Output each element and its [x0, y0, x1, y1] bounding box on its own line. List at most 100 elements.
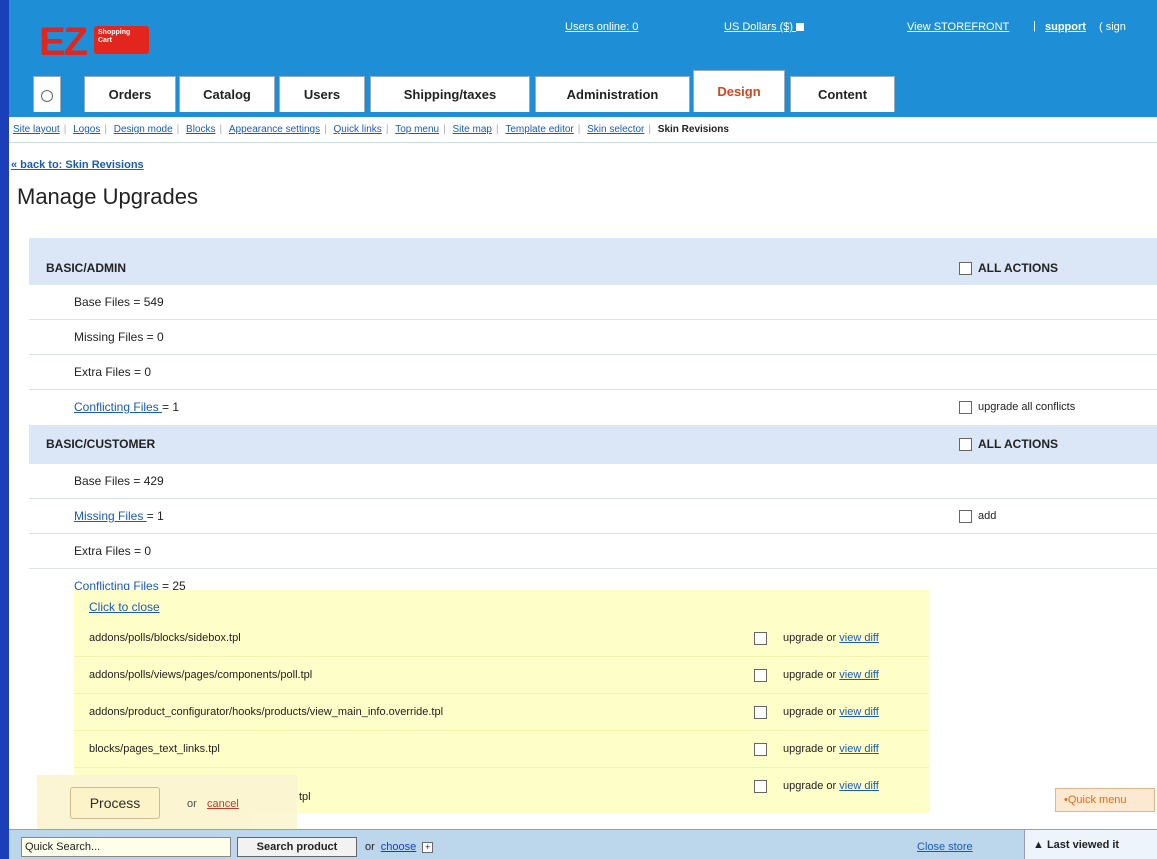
view-diff-link[interactable]: view diff: [839, 632, 879, 644]
conflict-actions: upgrade or view diff: [754, 657, 879, 694]
upgrade-or-label: upgrade or: [783, 780, 837, 792]
add-missing[interactable]: add: [959, 499, 996, 534]
upgrade-all-conflicts[interactable]: upgrade all conflicts: [959, 390, 1075, 425]
users-online-link[interactable]: Users online: 0: [565, 20, 638, 34]
subnav-site-layout[interactable]: Site layout: [13, 124, 60, 135]
or-label: or: [187, 798, 197, 810]
close-store-link[interactable]: Close store: [917, 840, 973, 854]
subnav-separator: |: [443, 124, 446, 135]
page-title: Manage Upgrades: [17, 184, 199, 209]
upgrades-table: BASIC/ADMIN ALL ACTIONS Base Files = 549…: [29, 238, 1157, 813]
search-product-button[interactable]: Search product: [237, 837, 357, 857]
view-diff-link[interactable]: view diff: [839, 669, 879, 681]
all-actions-label: ALL ACTIONS: [978, 437, 1058, 451]
missing-files-link[interactable]: Missing Files: [74, 509, 147, 523]
upgrade-checkbox[interactable]: [754, 631, 767, 645]
all-actions-customer[interactable]: ALL ACTIONS: [959, 425, 1058, 464]
quick-menu-button[interactable]: •Quick menu: [1055, 788, 1155, 812]
checkbox[interactable]: [959, 262, 972, 276]
section-title: BASIC/CUSTOMER: [46, 437, 156, 451]
table-row: Base Files = 549: [29, 285, 1157, 320]
subnav-separator: |: [648, 124, 651, 135]
process-button[interactable]: Process: [70, 787, 160, 819]
conflict-actions: upgrade or view diff: [754, 620, 879, 657]
upgrade-or-label: upgrade or: [783, 669, 837, 681]
logo-badge: Shopping Cart: [94, 26, 149, 54]
conflict-row: addons/polls/blocks/sidebox.tpl upgrade …: [74, 620, 929, 657]
tab-catalog[interactable]: Catalog: [179, 76, 275, 112]
subnav-separator: |: [219, 124, 223, 135]
cancel-link[interactable]: cancel: [207, 797, 239, 811]
support-link[interactable]: support: [1045, 20, 1086, 34]
sign-out-link[interactable]: ( sign: [1099, 20, 1126, 34]
subnav-separator: |: [104, 124, 107, 135]
upgrade-checkbox[interactable]: [754, 705, 767, 719]
base-files-admin: Base Files = 549: [74, 295, 164, 309]
subnav-skin-revisions[interactable]: Skin Revisions: [658, 124, 729, 135]
upgrade-checkbox[interactable]: [754, 779, 767, 793]
plus-icon[interactable]: +: [422, 841, 434, 853]
close-row: Click to close: [74, 590, 929, 620]
view-diff-link[interactable]: view diff: [839, 743, 879, 755]
conflicting-files-link[interactable]: Conflicting Files: [74, 400, 162, 414]
subnav-design-mode[interactable]: Design mode: [114, 124, 173, 135]
missing-files-admin: Missing Files = 0: [74, 330, 164, 344]
section-header-customer: BASIC/CUSTOMER ALL ACTIONS: [29, 425, 1157, 464]
table-row: Base Files = 429: [29, 464, 1157, 499]
checkbox[interactable]: [959, 509, 972, 523]
header-separator: |: [1033, 20, 1036, 32]
admin-window: EZ Shopping Cart Users online: 0 US Doll…: [9, 0, 1157, 859]
view-diff-link[interactable]: view diff: [839, 706, 879, 718]
quick-search-input[interactable]: Quick Search...: [21, 837, 231, 857]
view-storefront-link[interactable]: View STOREFRONT: [907, 20, 1009, 34]
conflict-file-path: addons/product_configurator/hooks/produc…: [89, 706, 444, 718]
table-row: Extra Files = 0: [29, 355, 1157, 390]
header-bar: EZ Shopping Cart Users online: 0 US Doll…: [9, 0, 1157, 117]
tab-design[interactable]: Design: [693, 70, 785, 112]
checkbox[interactable]: [959, 400, 972, 414]
conflict-row: blocks/pages_text_links.tpl upgrade or v…: [74, 731, 929, 768]
subnav-appearance-settings[interactable]: Appearance settings: [229, 124, 320, 135]
checkbox[interactable]: [959, 438, 972, 452]
subnav-top-menu[interactable]: Top menu: [395, 124, 439, 135]
choose-group: or choose +: [365, 840, 434, 854]
conflict-row: addons/polls/views/pages/components/poll…: [74, 657, 929, 694]
subnav-separator: |: [495, 124, 499, 135]
choose-link[interactable]: choose: [381, 841, 416, 853]
subnav-site-map[interactable]: Site map: [453, 124, 492, 135]
click-to-close-link[interactable]: Click to close: [89, 600, 160, 614]
design-subnav: Site layout | Logos | Design mode | Blocks |…: [9, 117, 1157, 143]
missing-files-customer: Missing Files = 1: [74, 499, 164, 534]
ez-logo[interactable]: EZ Shopping Cart: [39, 20, 157, 64]
subnav-separator: |: [324, 124, 327, 135]
extra-files-admin: Extra Files = 0: [74, 365, 152, 379]
obscured-file-path: tpl: [299, 791, 311, 803]
upgrade-all-label: upgrade all conflicts: [978, 401, 1076, 413]
subnav-blocks[interactable]: Blocks: [186, 124, 215, 135]
section-header-admin: BASIC/ADMIN ALL ACTIONS: [29, 238, 1157, 285]
subnav-skin-selector[interactable]: Skin selector: [587, 124, 644, 135]
all-actions-label: ALL ACTIONS: [978, 261, 1058, 275]
bottom-toolbar: Quick Search... Search product or choose +…: [9, 829, 1157, 859]
tab-orders[interactable]: Orders: [84, 76, 176, 112]
logo-text: EZ: [39, 20, 88, 64]
or-label: or: [365, 841, 375, 853]
back-to-skin-revisions-link[interactable]: « back to: Skin Revisions: [11, 158, 144, 172]
subnav-quick-links[interactable]: Quick links: [333, 124, 381, 135]
table-row: Missing Files = 0: [29, 320, 1157, 355]
view-diff-link[interactable]: view diff: [839, 780, 879, 792]
subnav-logos[interactable]: Logos: [73, 124, 100, 135]
subnav-template-editor[interactable]: Template editor: [505, 124, 573, 135]
currency-selector[interactable]: US Dollars ($): [724, 20, 805, 34]
upgrade-checkbox[interactable]: [754, 668, 767, 682]
tab-home[interactable]: [33, 76, 61, 112]
conflict-file-path: blocks/pages_text_links.tpl: [89, 743, 220, 755]
tab-content[interactable]: Content: [790, 76, 895, 112]
upgrade-or-label: upgrade or: [783, 706, 837, 718]
tab-users[interactable]: Users: [279, 76, 365, 112]
tab-shipping-taxes[interactable]: Shipping/taxes: [370, 76, 530, 112]
upgrade-checkbox[interactable]: [754, 742, 767, 756]
process-bar: Process or cancel: [37, 775, 297, 829]
tab-administration[interactable]: Administration: [535, 76, 690, 112]
last-viewed-toggle[interactable]: ▲ Last viewed it: [1024, 830, 1157, 859]
